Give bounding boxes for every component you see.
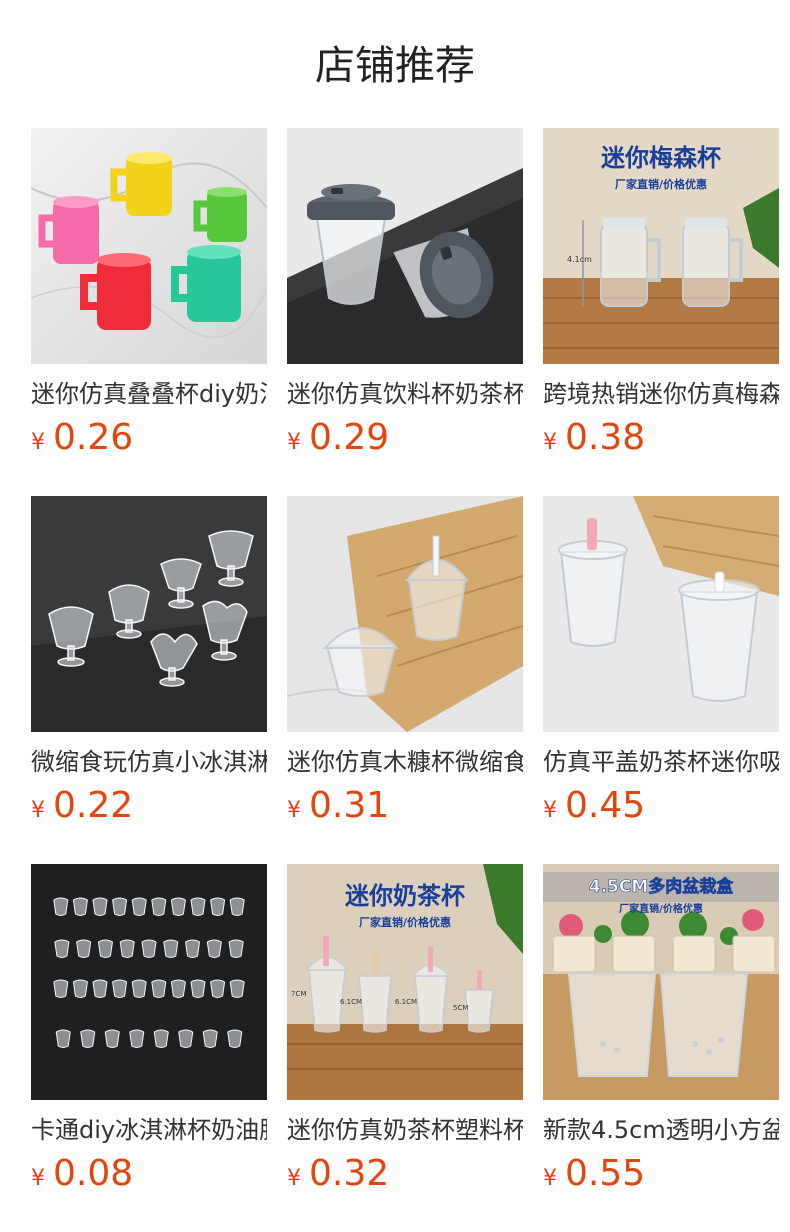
product-name[interactable]: 微缩食玩仿真小冰淇淋杯: [31, 746, 267, 778]
product-price: ¥0.55: [543, 1152, 779, 1202]
image-headline: 迷你梅森杯: [601, 144, 721, 172]
product-price: ¥0.32: [287, 1152, 523, 1202]
product-name[interactable]: 迷你仿真奶茶杯塑料杯: [287, 1114, 523, 1146]
product-price: ¥0.29: [287, 416, 523, 466]
currency-symbol: ¥: [543, 1166, 557, 1191]
image-dimension: 7CM: [291, 990, 306, 998]
currency-symbol: ¥: [287, 798, 301, 823]
product-card[interactable]: 迷你梅森杯 厂家直销/价格优惠 4.1cm 跨境热销迷你仿真梅森杯 ¥0.38: [543, 128, 779, 466]
image-headline: 迷你奶茶杯: [345, 882, 465, 910]
image-dimension: 6.1CM: [395, 998, 417, 1006]
image-headline: 4.5CM多肉盆栽盒: [589, 876, 735, 897]
product-card[interactable]: 迷你仿真叠叠杯diy奶油胶手机壳配件 ¥0.26: [31, 128, 267, 466]
price-amount: 0.32: [309, 1153, 390, 1194]
product-name[interactable]: 迷你仿真叠叠杯diy奶油胶手机壳配件: [31, 378, 267, 410]
product-name[interactable]: 卡通diy冰淇淋杯奶油胶配件: [31, 1114, 267, 1146]
product-card[interactable]: 迷你仿真饮料杯奶茶杯 ¥0.29: [287, 128, 523, 466]
product-name[interactable]: 迷你仿真木糠杯微缩食玩: [287, 746, 523, 778]
price-amount: 0.08: [53, 1153, 134, 1194]
section-title: 店铺推荐: [315, 43, 475, 89]
product-price: ¥0.38: [543, 416, 779, 466]
product-image[interactable]: [31, 496, 267, 732]
price-amount: 0.38: [565, 417, 646, 458]
product-card[interactable]: 4.5CM多肉盆栽盒 厂家直销/价格优惠 新款4.5cm透明小方盆 ¥0.55: [543, 864, 779, 1202]
image-subtitle: 厂家直销/价格优惠: [359, 915, 451, 929]
product-image[interactable]: 迷你奶茶杯 厂家直销/价格优惠 7CM 6.1CM 6.1CM 5CM: [287, 864, 523, 1100]
currency-symbol: ¥: [31, 798, 45, 823]
price-amount: 0.31: [309, 785, 390, 826]
price-amount: 0.29: [309, 417, 390, 458]
product-image[interactable]: [543, 496, 779, 732]
product-name[interactable]: 迷你仿真饮料杯奶茶杯: [287, 378, 523, 410]
product-name[interactable]: 仿真平盖奶茶杯迷你吸管杯: [543, 746, 779, 778]
price-amount: 0.55: [565, 1153, 646, 1194]
product-name[interactable]: 跨境热销迷你仿真梅森杯: [543, 378, 779, 410]
product-image[interactable]: [287, 128, 523, 364]
price-amount: 0.45: [565, 785, 646, 826]
currency-symbol: ¥: [543, 798, 557, 823]
image-dimension: 6.1CM: [340, 998, 362, 1006]
currency-symbol: ¥: [287, 430, 301, 455]
image-dimension: 5CM: [453, 1004, 468, 1012]
image-subtitle: 厂家直销/价格优惠: [619, 902, 703, 915]
product-price: ¥0.45: [543, 784, 779, 834]
image-subtitle: 厂家直销/价格优惠: [615, 177, 707, 191]
product-name[interactable]: 新款4.5cm透明小方盆: [543, 1114, 779, 1146]
product-card[interactable]: 仿真平盖奶茶杯迷你吸管杯 ¥0.45: [543, 496, 779, 834]
currency-symbol: ¥: [287, 1166, 301, 1191]
image-dimension: 4.1cm: [567, 255, 592, 264]
currency-symbol: ¥: [31, 430, 45, 455]
product-price: ¥0.08: [31, 1152, 267, 1202]
product-image[interactable]: [31, 864, 267, 1100]
product-card[interactable]: 卡通diy冰淇淋杯奶油胶配件 ¥0.08: [31, 864, 267, 1202]
product-image[interactable]: [287, 496, 523, 732]
product-image[interactable]: 4.5CM多肉盆栽盒 厂家直销/价格优惠: [543, 864, 779, 1100]
product-image[interactable]: [31, 128, 267, 364]
product-image[interactable]: 迷你梅森杯 厂家直销/价格优惠 4.1cm: [543, 128, 779, 364]
product-price: ¥0.31: [287, 784, 523, 834]
product-card[interactable]: 迷你奶茶杯 厂家直销/价格优惠 7CM 6.1CM 6.1CM 5CM 迷你仿真…: [287, 864, 523, 1202]
product-card[interactable]: 迷你仿真木糠杯微缩食玩 ¥0.31: [287, 496, 523, 834]
currency-symbol: ¥: [31, 1166, 45, 1191]
product-price: ¥0.22: [31, 784, 267, 834]
product-price: ¥0.26: [31, 416, 267, 466]
price-amount: 0.22: [53, 785, 134, 826]
price-amount: 0.26: [53, 417, 134, 458]
currency-symbol: ¥: [543, 430, 557, 455]
product-card[interactable]: 微缩食玩仿真小冰淇淋杯 ¥0.22: [31, 496, 267, 834]
